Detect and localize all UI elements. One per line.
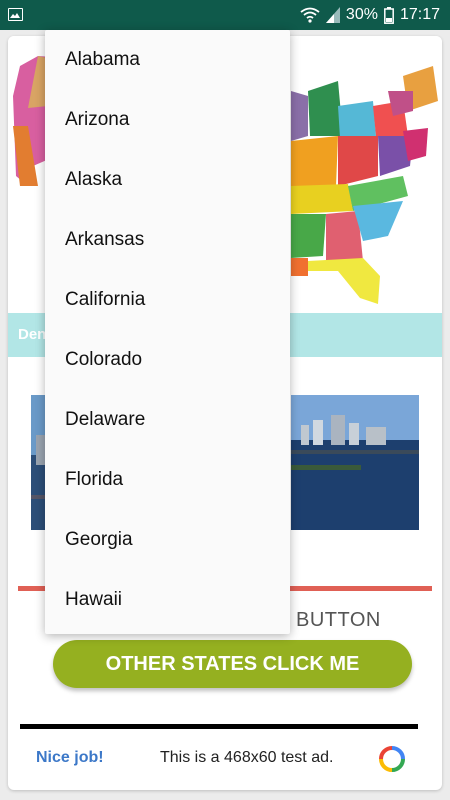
signal-icon bbox=[325, 7, 340, 23]
battery-percent: 30% bbox=[345, 6, 378, 23]
city-photo-right bbox=[291, 395, 419, 530]
test-ad-banner[interactable]: Nice job! This is a 468x60 test ad. bbox=[20, 724, 418, 786]
clock: 17:17 bbox=[399, 6, 440, 23]
other-states-button[interactable]: OTHER STATES CLICK ME bbox=[53, 640, 412, 688]
wifi-icon bbox=[300, 7, 320, 23]
ad-message: This is a 468x60 test ad. bbox=[160, 749, 334, 766]
dropdown-option[interactable]: Alaska bbox=[45, 150, 290, 210]
status-right: 30% 17:17 bbox=[300, 0, 440, 30]
dropdown-option[interactable]: California bbox=[45, 270, 290, 330]
ad-logo-icon bbox=[378, 745, 406, 778]
dropdown-option[interactable]: Colorado bbox=[45, 330, 290, 390]
dropdown-option[interactable]: Georgia bbox=[45, 510, 290, 570]
image-icon bbox=[8, 8, 23, 21]
dropdown-option[interactable]: Alabama bbox=[45, 30, 290, 90]
dropdown-option[interactable]: Hawaii bbox=[45, 570, 290, 630]
ad-nice-job: Nice job! bbox=[36, 749, 104, 766]
status-bar: 30% 17:17 bbox=[0, 0, 450, 30]
battery-icon bbox=[384, 6, 394, 24]
dropdown-option[interactable]: Delaware bbox=[45, 390, 290, 450]
dropdown-option[interactable]: Florida bbox=[45, 450, 290, 510]
dropdown-option[interactable]: Arkansas bbox=[45, 210, 290, 270]
state-dropdown-list[interactable]: Alabama Arizona Alaska Arkansas Californ… bbox=[45, 30, 290, 634]
dropdown-option[interactable]: Arizona bbox=[45, 90, 290, 150]
button-caption: BUTTON bbox=[296, 609, 381, 631]
